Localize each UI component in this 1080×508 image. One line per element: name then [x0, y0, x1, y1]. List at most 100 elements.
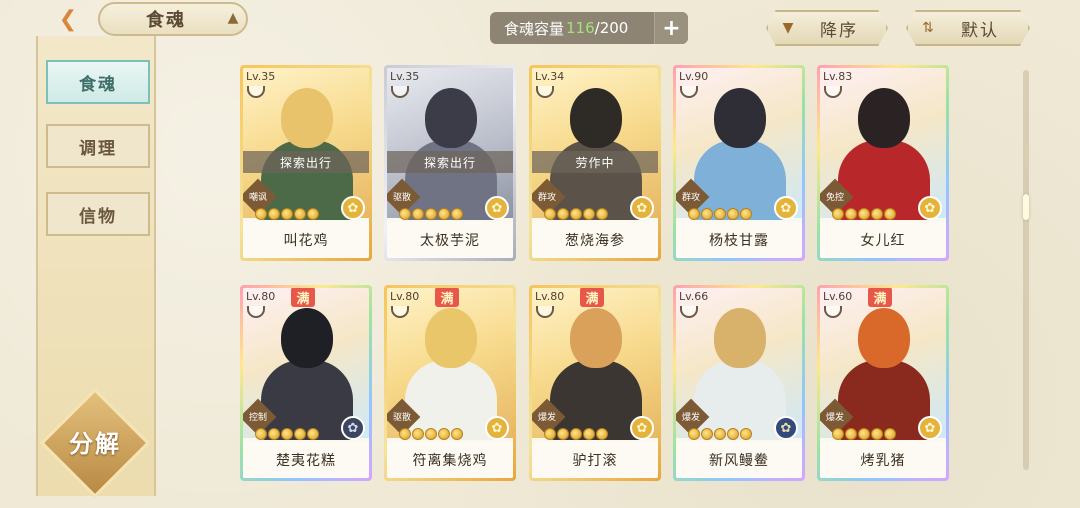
- star-icon: [701, 208, 713, 220]
- soul-card[interactable]: Lv.60 满爆发 ✿ 烤乳猪: [817, 285, 949, 481]
- star-icon: [845, 208, 857, 220]
- add-capacity-button[interactable]: +: [654, 12, 688, 44]
- star-icon: [884, 208, 896, 220]
- soul-card[interactable]: Lv.80 满驱散 ✿ 符离集烧鸡: [384, 285, 516, 481]
- sidebar-item-label: 食魂: [79, 74, 117, 95]
- star-rating: [688, 208, 752, 220]
- card-inner: Lv.80 满爆发 ✿ 驴打滚: [532, 288, 658, 478]
- soul-card[interactable]: Lv.35 探索出行 嘲讽 ✿ 叫花鸡: [240, 65, 372, 261]
- sidebar-item-conditioning[interactable]: 调理: [46, 124, 150, 168]
- star-icon: [255, 428, 267, 440]
- role-tag-label: 爆发: [537, 413, 556, 423]
- star-icon: [255, 208, 267, 220]
- star-icon: [884, 428, 896, 440]
- soul-card[interactable]: Lv.80 满控制 ✿ 楚夷花糕: [240, 285, 372, 481]
- role-tag-label: 爆发: [681, 413, 700, 423]
- star-rating: [544, 208, 608, 220]
- card-level: Lv.83: [823, 70, 853, 83]
- card-name: 太极芋泥: [387, 222, 513, 258]
- flower-emblem-icon: ✿: [630, 196, 654, 220]
- title-tab: 食魂 ▲: [98, 2, 248, 36]
- chevron-left-icon: ❮: [58, 6, 78, 32]
- scrollbar-track[interactable]: [1023, 70, 1029, 470]
- star-icon: [832, 208, 844, 220]
- soul-card[interactable]: Lv.35 探索出行 驱散 ✿ 太极芋泥: [384, 65, 516, 261]
- decompose-label: 分解: [69, 430, 121, 458]
- star-icon: [832, 428, 844, 440]
- star-icon: [281, 208, 293, 220]
- card-name: 符离集烧鸡: [387, 442, 513, 478]
- swap-icon: ⇅: [922, 20, 934, 36]
- star-icon: [557, 208, 569, 220]
- card-inner: Lv.80 满控制 ✿ 楚夷花糕: [243, 288, 369, 478]
- sort-order-button[interactable]: ▼ 降序: [766, 10, 888, 46]
- star-icon: [714, 208, 726, 220]
- star-icon: [425, 428, 437, 440]
- capacity-current: 116: [566, 19, 595, 37]
- character-head: [858, 88, 910, 148]
- card-status: 探索出行: [243, 151, 369, 173]
- card-name: 女儿红: [820, 222, 946, 258]
- star-icon: [570, 428, 582, 440]
- role-tag-label: 群攻: [681, 193, 700, 203]
- sidebar-item-souls[interactable]: 食魂: [46, 60, 150, 104]
- star-icon: [583, 428, 595, 440]
- star-rating: [399, 428, 463, 440]
- role-tag-label: 驱散: [392, 413, 411, 423]
- soul-card[interactable]: Lv.90 群攻 ✿ 杨枝甘露: [673, 65, 805, 261]
- max-level-badge: 满: [580, 288, 604, 307]
- card-level: Lv.60: [823, 290, 853, 303]
- card-name: 驴打滚: [532, 442, 658, 478]
- flower-emblem-icon: ✿: [341, 196, 365, 220]
- star-icon: [596, 428, 608, 440]
- card-name: 杨枝甘露: [676, 222, 802, 258]
- star-rating: [255, 208, 319, 220]
- star-icon: [412, 428, 424, 440]
- soul-card[interactable]: Lv.66 爆发 ✿ 新风鳗鲞: [673, 285, 805, 481]
- flower-emblem-icon: ✿: [630, 416, 654, 440]
- star-icon: [399, 428, 411, 440]
- capacity-display: 食魂容量 116 /200 +: [490, 12, 688, 44]
- role-tag-label: 群攻: [537, 193, 556, 203]
- sort-mode-button[interactable]: ⇅ 默认: [906, 10, 1030, 46]
- star-icon: [268, 428, 280, 440]
- card-status: 探索出行: [387, 151, 513, 173]
- star-rating: [832, 428, 896, 440]
- star-icon: [399, 208, 411, 220]
- star-icon: [544, 428, 556, 440]
- flower-emblem-icon: ✿: [918, 196, 942, 220]
- role-tag-label: 控制: [248, 413, 267, 423]
- sort-mode-label: 默认: [961, 20, 999, 41]
- back-button[interactable]: ❮: [48, 4, 88, 34]
- character-head: [858, 308, 910, 368]
- card-status: 劳作中: [532, 151, 658, 173]
- sidebar-item-label: 调理: [79, 138, 117, 159]
- star-icon: [845, 428, 857, 440]
- star-icon: [451, 208, 463, 220]
- star-icon: [438, 208, 450, 220]
- soul-card[interactable]: Lv.34 劳作中群攻 ✿ 葱烧海参: [529, 65, 661, 261]
- card-name: 葱烧海参: [532, 222, 658, 258]
- soul-card[interactable]: Lv.83 免控 ✿ 女儿红: [817, 65, 949, 261]
- star-rating: [399, 208, 463, 220]
- star-icon: [871, 208, 883, 220]
- page-title: 食魂: [146, 10, 186, 31]
- max-level-badge: 满: [435, 288, 459, 307]
- sidebar-item-tokens[interactable]: 信物: [46, 192, 150, 236]
- flower-emblem-icon: ✿: [485, 196, 509, 220]
- scrollbar-thumb[interactable]: [1023, 194, 1029, 220]
- star-rating: [688, 428, 752, 440]
- card-inner: Lv.35 探索出行 驱散 ✿ 太极芋泥: [387, 68, 513, 258]
- card-level: Lv.34: [535, 70, 565, 83]
- star-icon: [688, 208, 700, 220]
- soul-card[interactable]: Lv.80 满爆发 ✿ 驴打滚: [529, 285, 661, 481]
- role-tag-label: 驱散: [392, 193, 411, 203]
- character-head: [714, 88, 766, 148]
- star-icon: [307, 428, 319, 440]
- card-level: Lv.80: [390, 290, 420, 303]
- flower-emblem-icon: ✿: [774, 196, 798, 220]
- role-tag-label: 嘲讽: [248, 193, 267, 203]
- character-head: [281, 88, 333, 148]
- pavilion-icon: ▲: [227, 10, 241, 26]
- star-icon: [596, 208, 608, 220]
